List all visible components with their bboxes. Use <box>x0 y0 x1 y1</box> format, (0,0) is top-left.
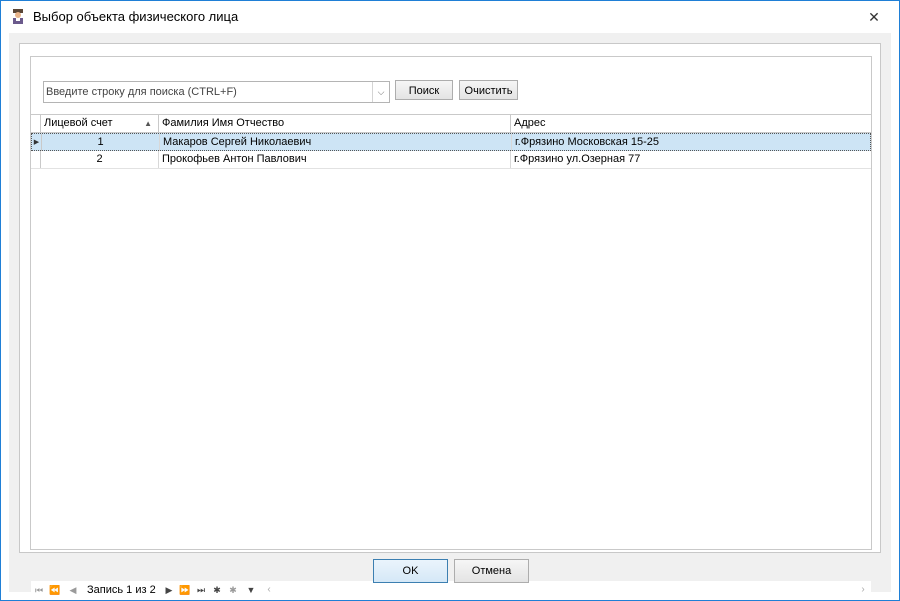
grid-header: Лицевой счет ▲ Фамилия Имя Отчество Адре… <box>31 115 871 133</box>
row-indicator <box>31 151 41 168</box>
cell-name[interactable]: Прокофьев Антон Павлович <box>159 151 511 168</box>
cell-address[interactable]: г.Фрязино Московская 15-25 <box>512 134 870 151</box>
column-header-account-label: Лицевой счет <box>44 117 113 129</box>
insert-record-icon[interactable]: ✱ <box>227 583 239 597</box>
scroll-left-icon[interactable]: ‹ <box>263 583 275 597</box>
cell-account[interactable]: 1 <box>42 134 160 151</box>
table-row[interactable]: 2 Прокофьев Антон Павлович г.Фрязино ул.… <box>31 151 871 169</box>
dialog-window: Выбор объекта физического лица ✕ ⌵ Поиск… <box>0 0 900 601</box>
prev-record-icon[interactable]: ◀ <box>67 583 79 597</box>
window-title: Выбор объекта физического лица <box>33 9 239 24</box>
search-input[interactable] <box>44 82 372 102</box>
search-combo[interactable]: ⌵ <box>43 81 390 103</box>
title-bar: Выбор объекта физического лица ✕ <box>1 1 899 33</box>
cell-name[interactable]: Макаров Сергей Николаевич <box>160 134 512 151</box>
next-page-icon[interactable]: ⏩ <box>179 583 191 597</box>
last-record-icon[interactable]: ⏭ <box>195 583 207 597</box>
append-record-icon[interactable]: ✱ <box>211 583 223 597</box>
row-indicator-arrow-icon: ▶ <box>32 134 42 151</box>
scroll-right-icon[interactable]: › <box>857 583 869 597</box>
cell-address[interactable]: г.Фрязино ул.Озерная 77 <box>511 151 871 168</box>
prev-page-icon[interactable]: ⏪ <box>49 583 61 597</box>
next-record-icon[interactable]: ▶ <box>163 583 175 597</box>
table-row[interactable]: ▶ 1 Макаров Сергей Николаевич г.Фрязино … <box>31 133 871 151</box>
ok-button[interactable]: OK <box>373 559 448 583</box>
grid-navigator: ⏮ ⏪ ◀ Запись 1 из 2 ▶ ⏩ ⏭ ✱ ✱ ▼ ‹ › <box>31 581 871 599</box>
indicator-header <box>31 115 41 132</box>
close-button[interactable]: ✕ <box>863 7 885 27</box>
cell-account[interactable]: 2 <box>41 151 159 168</box>
record-counter: Запись 1 из 2 <box>87 584 156 596</box>
search-button[interactable]: Поиск <box>395 80 453 100</box>
column-header-address[interactable]: Адрес <box>511 115 871 132</box>
first-record-icon[interactable]: ⏮ <box>33 583 45 597</box>
column-header-account[interactable]: Лицевой счет ▲ <box>41 115 159 132</box>
content-panel: ⌵ Поиск Очистить Лицевой счет ▲ Фамилия … <box>19 43 881 599</box>
clear-button[interactable]: Очистить <box>459 80 518 100</box>
grid-panel: ⌵ Поиск Очистить Лицевой счет ▲ Фамилия … <box>30 56 872 599</box>
column-header-name[interactable]: Фамилия Имя Отчество <box>159 115 511 132</box>
data-grid[interactable]: Лицевой счет ▲ Фамилия Имя Отчество Адре… <box>31 114 871 599</box>
filter-icon[interactable]: ▼ <box>245 583 257 597</box>
sort-ascending-icon: ▲ <box>144 119 152 128</box>
close-icon: ✕ <box>868 9 880 25</box>
horizontal-scrollbar[interactable]: ‹ › <box>263 583 869 597</box>
cancel-button[interactable]: Отмена <box>454 559 529 583</box>
app-person-icon <box>10 8 26 24</box>
dialog-client-area: ⌵ Поиск Очистить Лицевой счет ▲ Фамилия … <box>9 33 891 599</box>
chevron-down-icon[interactable]: ⌵ <box>372 82 389 102</box>
